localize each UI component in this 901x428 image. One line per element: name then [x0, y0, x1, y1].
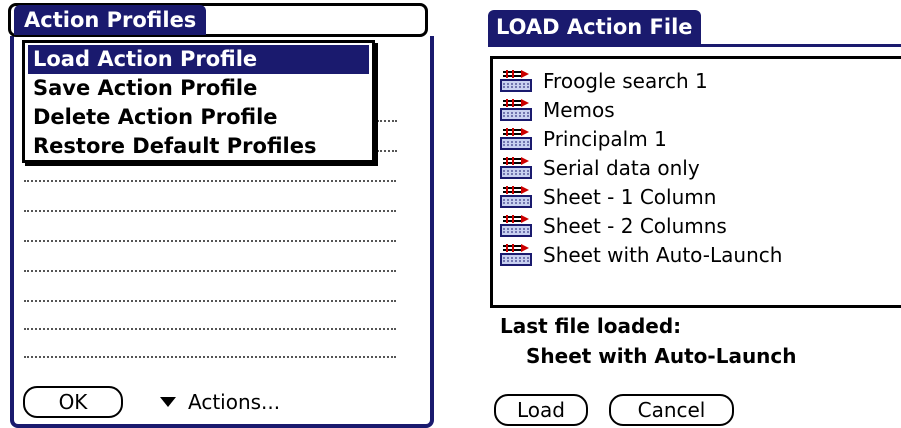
dotted-line — [24, 328, 396, 330]
action-file-icon — [499, 156, 533, 180]
file-list-item[interactable]: Froogle search 1 — [499, 67, 708, 95]
action-file-icon — [499, 69, 533, 93]
dotted-line — [24, 270, 396, 272]
menu-item-delete-action-profile[interactable]: Delete Action Profile — [28, 103, 369, 132]
actions-menu: Load Action Profile Save Action Profile … — [22, 40, 375, 163]
file-name: Sheet - 1 Column — [543, 185, 717, 209]
action-file-icon — [499, 185, 533, 209]
title-underline — [488, 44, 901, 47]
action-file-icon — [499, 214, 533, 238]
menu-item-load-action-profile[interactable]: Load Action Profile — [28, 45, 369, 74]
file-list-item[interactable]: Sheet with Auto-Launch — [499, 241, 782, 269]
dotted-line — [24, 356, 396, 358]
action-file-icon — [499, 127, 533, 151]
file-list-item[interactable]: Principalm 1 — [499, 125, 667, 153]
actions-label: Actions... — [188, 390, 281, 414]
menu-item-restore-default-profiles[interactable]: Restore Default Profiles — [28, 132, 369, 161]
file-name: Principalm 1 — [543, 127, 667, 151]
load-button[interactable]: Load — [494, 394, 588, 426]
dotted-line — [24, 300, 396, 302]
panel-title: LOAD Action File — [488, 10, 701, 44]
ok-button[interactable]: OK — [23, 386, 123, 418]
file-list-item[interactable]: Sheet - 2 Columns — [499, 212, 727, 240]
file-name: Sheet - 2 Columns — [543, 214, 727, 238]
file-name: Serial data only — [543, 156, 700, 180]
cancel-button[interactable]: Cancel — [609, 394, 734, 426]
actions-menu-trigger[interactable]: Actions... — [160, 386, 280, 418]
action-file-icon — [499, 243, 533, 267]
file-list[interactable]: Froogle search 1 Memos Principalm 1 Serial … — [490, 56, 901, 308]
dotted-line — [24, 240, 396, 242]
action-file-icon — [499, 98, 533, 122]
file-list-item[interactable]: Sheet - 1 Column — [499, 183, 716, 211]
file-name: Froogle search 1 — [543, 69, 708, 93]
file-list-item[interactable]: Serial data only — [499, 154, 700, 182]
dotted-line — [377, 120, 397, 122]
file-name: Memos — [543, 98, 615, 122]
menu-item-save-action-profile[interactable]: Save Action Profile — [28, 74, 369, 103]
dotted-line — [377, 150, 397, 152]
last-file-label: Last file loaded: — [500, 314, 682, 338]
load-action-file-panel: LOAD Action File Froogle search 1 Memos Pr… — [486, 0, 901, 428]
last-file-value: Sheet with Auto-Launch — [526, 344, 797, 368]
action-profiles-panel: Action Profiles Load Action Profile Save… — [0, 0, 440, 428]
dotted-line — [24, 210, 396, 212]
triangle-down-icon — [160, 396, 176, 407]
dotted-line — [24, 180, 396, 182]
panel-title: Action Profiles — [14, 5, 207, 35]
file-name: Sheet with Auto-Launch — [543, 243, 783, 267]
file-list-item[interactable]: Memos — [499, 96, 615, 124]
